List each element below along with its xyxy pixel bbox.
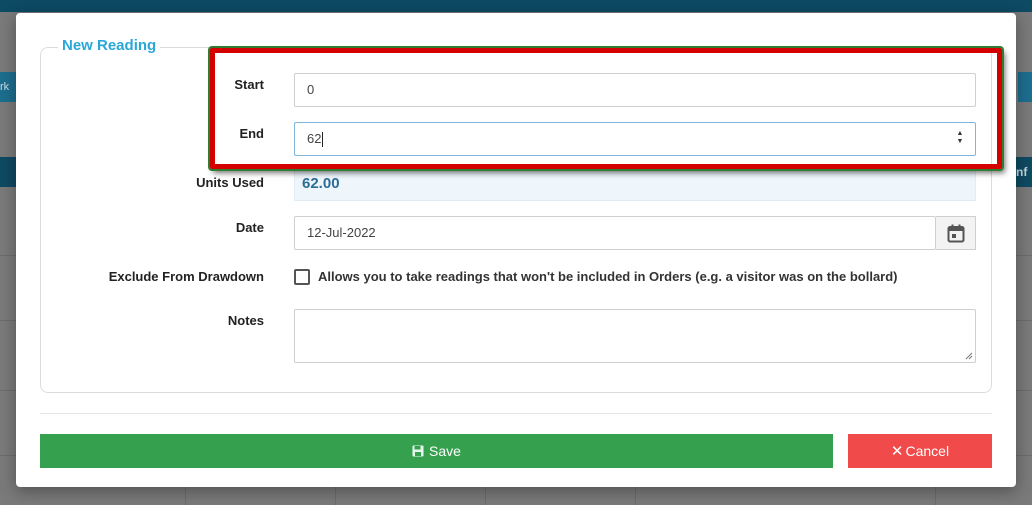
app-top-bar <box>0 0 1032 12</box>
cancel-button-label: Cancel <box>905 443 950 459</box>
background-gridline <box>0 390 16 391</box>
exclude-label: Exclude From Drawdown <box>108 269 264 284</box>
date-input[interactable]: 12-Jul-2022 <box>294 216 936 250</box>
date-input-value: 12-Jul-2022 <box>307 225 376 240</box>
background-button-label: rk <box>0 81 10 93</box>
fieldset-legend: New Reading <box>58 37 161 54</box>
background-gridline <box>1016 320 1032 321</box>
spin-up-icon[interactable]: ▲ <box>955 130 965 138</box>
background-table-header-left <box>0 157 16 187</box>
background-gridline <box>0 455 16 456</box>
background-gridline <box>1016 255 1032 256</box>
background-table-header-right: nf <box>1016 157 1032 187</box>
background-gridline <box>0 320 16 321</box>
exclude-checkbox[interactable] <box>294 269 310 285</box>
spin-down-icon[interactable]: ▼ <box>955 138 965 146</box>
save-button-label: Save <box>429 443 461 459</box>
end-input-value: 62 <box>307 131 322 146</box>
background-header-label: nf <box>1016 165 1028 179</box>
exclude-description: Allows you to take readings that won't b… <box>318 269 898 284</box>
cancel-button[interactable]: ✕ Cancel <box>848 434 992 468</box>
background-gridline <box>635 487 636 505</box>
date-label: Date <box>235 220 264 235</box>
calendar-icon <box>947 224 964 242</box>
end-label: End <box>239 126 264 141</box>
notes-textarea[interactable] <box>294 309 976 363</box>
background-gridline <box>1016 390 1032 391</box>
start-input-value: 0 <box>307 82 315 97</box>
footer-divider <box>40 413 992 414</box>
save-button[interactable]: Save <box>40 434 833 468</box>
background-button-right <box>1018 72 1032 102</box>
background-gridline <box>335 487 336 505</box>
text-cursor <box>322 132 324 148</box>
floppy-disk-icon <box>412 445 424 457</box>
background-button: rk <box>0 72 16 102</box>
start-label: Start <box>234 77 264 92</box>
background-gridline <box>485 487 486 505</box>
resize-grip-icon[interactable] <box>965 352 973 360</box>
units-used-label: Units Used <box>196 175 264 190</box>
new-reading-modal: New Reading Start 0 End 62 ▲ ▼ Units Use… <box>16 13 1016 487</box>
units-used-value: 62.00 <box>294 167 976 201</box>
calendar-button[interactable] <box>936 216 976 250</box>
background-gridline <box>0 255 16 256</box>
notes-label: Notes <box>227 313 264 328</box>
close-icon: ✕ <box>890 443 904 460</box>
number-spinner[interactable]: ▲ ▼ <box>955 130 965 148</box>
background-gridline <box>935 487 936 505</box>
background-gridline <box>1016 455 1032 456</box>
background-gridline <box>185 487 186 505</box>
end-input[interactable]: 62 ▲ ▼ <box>294 122 976 156</box>
start-input[interactable]: 0 <box>294 73 976 107</box>
